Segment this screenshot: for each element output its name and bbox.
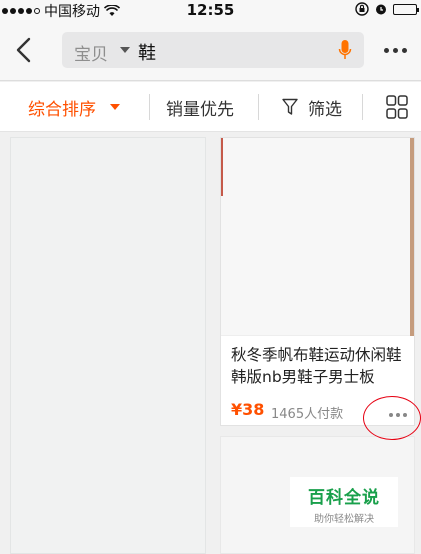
product-image[interactable] [221,138,414,336]
status-icons [355,2,419,16]
annotation-circle [363,396,421,440]
divider [362,94,363,120]
filter-button[interactable]: 筛选 [308,95,342,120]
watermark-subtitle: 助你轻松解决 [314,514,374,525]
sort-sales-tab[interactable]: 销量优先 [166,95,234,120]
product-price: ¥38 [231,400,265,419]
product-card-placeholder[interactable] [10,137,206,554]
watermark-logo: 百科全说 助你轻松解决 [290,477,398,527]
status-bar: 中国移动 12:55 [0,0,421,20]
sort-general-tab[interactable]: 综合排序 [28,95,96,120]
search-header: 宝贝 鞋 [0,20,421,81]
grid-view-icon[interactable] [386,95,408,119]
divider [258,94,259,120]
alarm-icon [376,4,386,15]
caret-down-icon[interactable] [110,104,120,110]
sort-bar: 综合排序 销量优先 筛选 [0,82,421,132]
battery-icon [393,3,419,15]
product-title[interactable]: 秋冬季帆布鞋运动休闲鞋韩版nb男鞋子男士板 [231,344,407,388]
search-query-text: 鞋 [138,43,156,64]
filter-icon[interactable] [282,98,298,116]
search-input[interactable]: 宝贝 鞋 [62,32,364,68]
product-sold-count: 1465人付款 [271,407,344,422]
more-options-button[interactable] [384,48,407,53]
microphone-icon[interactable] [338,39,352,61]
back-button[interactable] [12,36,36,64]
caret-down-icon[interactable] [120,47,130,53]
divider [149,94,150,120]
watermark-title: 百科全说 [308,488,380,508]
orientation-lock-icon [355,2,369,16]
product-card[interactable]: 秋冬季帆布鞋运动休闲鞋韩版nb男鞋子男士板 ¥38 1465人付款 [220,137,415,426]
search-scope-selector[interactable]: 宝贝 [74,40,108,65]
